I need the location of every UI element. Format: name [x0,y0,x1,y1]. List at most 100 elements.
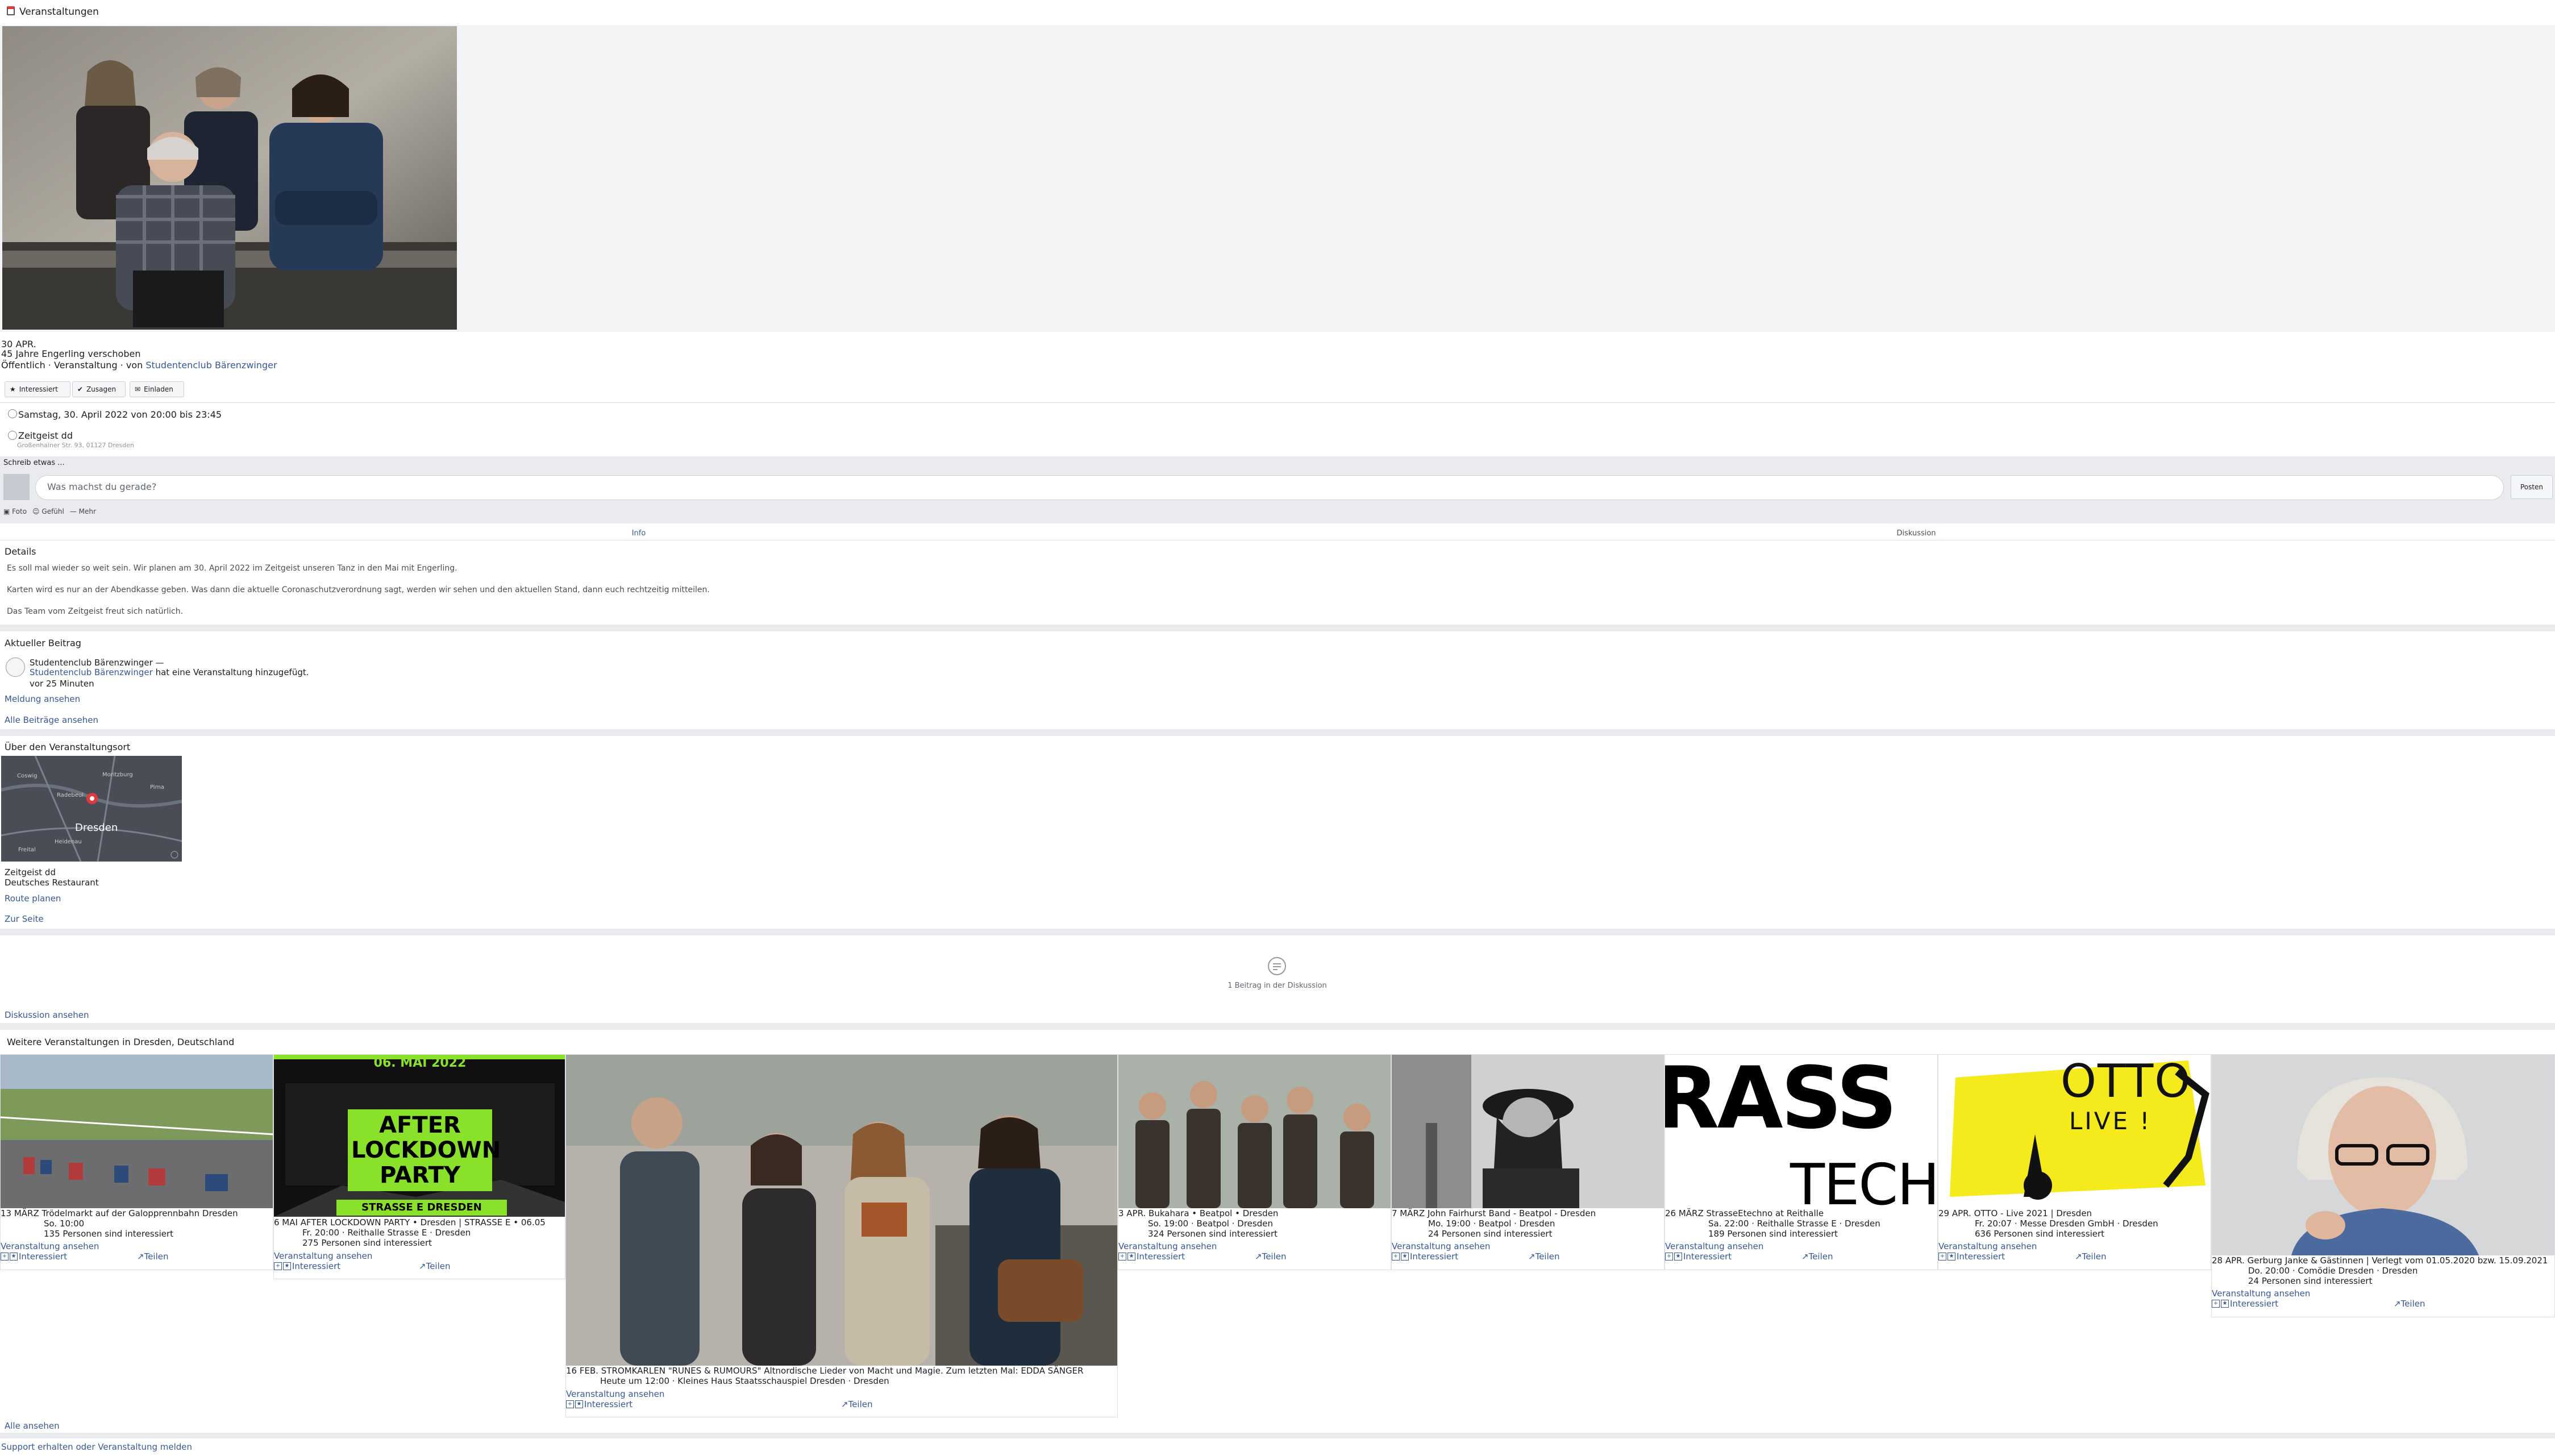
event-card[interactable]: 16 FEB. STROMKARLEN "RUNES & RUMOURS" Al… [565,1054,1118,1417]
event-card[interactable]: 3 APR. Bukahara • Beatpol • Dresden So. … [1118,1054,1391,1270]
route-link[interactable]: Route planen [5,893,61,904]
view-event-link[interactable]: Veranstaltung ansehen [1665,1241,1763,1251]
event-card[interactable]: OTTO LIVE ! 29 APR. OTTO - Live 2021 | D… [1938,1054,2211,1270]
share-icon: ↗ [2075,1251,2082,1262]
interested-toggle[interactable]: + ★ Interessiert [1665,1251,1732,1262]
view-event-link[interactable]: Veranstaltung ansehen [1118,1241,1217,1251]
all-events-link[interactable]: Alle ansehen [5,1421,60,1431]
tab-bar: Info Diskussion [0,525,2555,540]
interested-toggle[interactable]: + ★ Interessiert [566,1399,632,1409]
check-icon: ✔ [77,385,84,393]
share-button[interactable]: ↗Teilen [1255,1251,1287,1262]
event-card-when: Fr. 20:07 · Messe Dresden GmbH · Dresden [1975,1218,2158,1229]
share-icon: ↗ [137,1251,144,1262]
feeling-tool[interactable]: ☺ Gefühl [32,507,64,515]
interested-toggle[interactable]: + ★ Interessiert [1392,1251,1458,1262]
view-event-link[interactable]: Veranstaltung ansehen [1392,1241,1490,1251]
view-event-link[interactable]: Veranstaltung ansehen [1,1241,99,1251]
venue-type: Deutsches Restaurant [5,877,99,888]
share-label: Teilen [1535,1251,1560,1262]
event-time: Samstag, 30. April 2022 von 20:00 bis 23… [18,409,222,420]
invite-button[interactable]: ✉ Einladen [130,381,184,397]
share-button[interactable]: ↗Teilen [1528,1251,1560,1262]
event-image[interactable] [566,1055,1117,1366]
venue-page-link[interactable]: Zur Seite [5,914,44,924]
venue-heading: Über den Veranstaltungsort [5,742,131,752]
post-input[interactable]: Was machst du gerade? [35,475,2504,500]
organizer-avatar[interactable] [6,658,25,677]
event-card[interactable]: 13 MÄRZ Trödelmarkt auf der Galopprennba… [0,1054,273,1270]
event-image[interactable] [1392,1055,1664,1208]
event-image[interactable]: OTTO LIVE ! [1938,1055,2211,1208]
section-divider [0,1433,2555,1438]
event-image[interactable]: RASS TECH [1665,1055,1937,1218]
cover-photo[interactable] [2,26,457,330]
interested-toggle[interactable]: + ★ Interessiert [1938,1251,2005,1262]
share-button[interactable]: ↗Teilen [1801,1251,1833,1262]
plus-icon: + [1938,1253,1946,1261]
event-card[interactable]: 28 APR. Gerburg Janke & Gästinnen | Verl… [2211,1054,2555,1317]
view-event-link[interactable]: Veranstaltung ansehen [566,1389,664,1399]
star-icon: ★ [1948,1253,1955,1261]
view-event-link[interactable]: Veranstaltung ansehen [274,1251,372,1261]
interested-toggle[interactable]: + ★ Interessiert [1118,1251,1185,1262]
interested-toggle[interactable]: + ★ Interessiert [1,1251,67,1262]
event-card-caption[interactable]: 13 MÄRZ Trödelmarkt auf der Galopprennba… [1,1208,238,1218]
camera-icon: ▣ [3,507,10,515]
organizer-link[interactable]: Studentenclub Bärenzwinger [145,360,277,371]
interested-toggle[interactable]: + ★ Interessiert [274,1261,340,1271]
share-button[interactable]: ↗Teilen [419,1261,451,1271]
view-event-link[interactable]: Veranstaltung ansehen [2212,1288,2310,1299]
event-card-interested-count: 636 Personen sind interessiert [1975,1229,2105,1239]
event-image[interactable] [1118,1055,1391,1208]
event-card-caption[interactable]: 26 MÄRZ StrasseEtechno at Reithalle [1665,1208,1824,1218]
interested-toggle[interactable]: + ★ Interessiert [2212,1299,2278,1309]
more-tool[interactable]: — Mehr [70,507,96,515]
star-icon: ★ [1674,1253,1682,1261]
all-posts-link[interactable]: Alle Beiträge ansehen [5,715,98,725]
page-title: Veranstaltungen [19,6,99,18]
details-paragraph: Karten wird es nur an der Abendkasse geb… [7,585,710,594]
interested-label: Interessiert [292,1261,341,1271]
tab-discussion[interactable]: Diskussion [1278,525,2555,540]
event-card-caption[interactable]: 29 APR. OTTO - Live 2021 | Dresden [1938,1208,2092,1218]
event-image[interactable] [2212,1055,2554,1255]
share-icon: ↗ [419,1261,426,1271]
share-button[interactable]: ↗Teilen [2075,1251,2107,1262]
event-card-caption[interactable]: 3 APR. Bukahara • Beatpol • Dresden [1118,1208,1278,1218]
star-icon: ★ [10,385,16,393]
event-image[interactable] [1,1055,273,1208]
more-events-heading: Weitere Veranstaltungen in Dresden, Deut… [7,1037,235,1047]
share-button[interactable]: ↗Teilen [2394,1299,2425,1309]
share-icon: ↗ [1528,1251,1536,1262]
share-button[interactable]: ↗Teilen [137,1251,169,1262]
photo-tool[interactable]: ▣ Foto [3,507,27,515]
view-event-link[interactable]: Veranstaltung ansehen [1938,1241,2037,1251]
view-report-link[interactable]: Meldung ansehen [5,694,80,704]
event-card-caption[interactable]: 6 MAI AFTER LOCKDOWN PARTY • Dresden | S… [274,1217,546,1228]
tab-info[interactable]: Info [0,525,1278,540]
interested-button[interactable]: ★ Interessiert [5,381,70,397]
share-button[interactable]: ↗Teilen [841,1399,873,1409]
support-link[interactable]: Support erhalten oder Veranstaltung meld… [1,1442,192,1452]
post-author-link[interactable]: Studentenclub Bärenzwinger [30,667,153,677]
event-card[interactable]: RASS TECH 26 MÄRZ StrasseEtechno at Reit… [1665,1054,1938,1270]
event-title: 45 Jahre Engerling verschoben [1,348,141,359]
post-action: hat eine Veranstaltung hinzugefügt. [152,667,309,677]
going-button[interactable]: ✔ Zusagen [72,381,126,397]
event-card-caption[interactable]: 28 APR. Gerburg Janke & Gästinnen | Verl… [2212,1255,2548,1266]
avatar [3,474,30,500]
venue-map[interactable]: Coswig Radebeul Moritzburg Pirna Freital… [1,756,182,862]
event-card[interactable]: 7 MÄRZ John Fairhurst Band - Beatpol - D… [1391,1054,1665,1270]
event-card-when: So. 10:00 [44,1218,85,1229]
details-paragraph: Das Team vom Zeitgeist freut sich natürl… [7,607,184,616]
view-discussion-link[interactable]: Diskussion ansehen [5,1010,89,1020]
event-card-caption[interactable]: 16 FEB. STROMKARLEN "RUNES & RUMOURS" Al… [566,1366,1084,1376]
star-icon: ★ [1401,1253,1409,1261]
event-image[interactable]: 06. MAI 2022 AFTER LOCKDOWN PARTY STRASS… [274,1055,565,1217]
post-button[interactable]: Posten [2511,475,2553,499]
event-card[interactable]: 06. MAI 2022 AFTER LOCKDOWN PARTY STRASS… [273,1054,565,1279]
event-card-caption[interactable]: 7 MÄRZ John Fairhurst Band - Beatpol - D… [1392,1208,1596,1218]
share-label: Teilen [1262,1251,1287,1262]
event-place[interactable]: Zeitgeist dd [18,430,73,441]
